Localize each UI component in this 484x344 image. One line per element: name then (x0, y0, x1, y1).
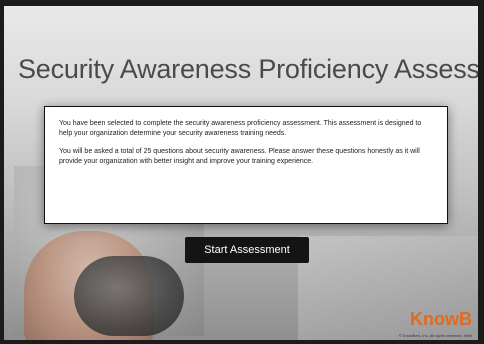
intro-card: You have been selected to complete the s… (44, 106, 448, 224)
intro-paragraph-2: You will be asked a total of 25 question… (59, 148, 420, 165)
copyright-text: © KnowBe4, Inc. All rights reserved. Web (398, 333, 472, 338)
assessment-screen: Security Awareness Proficiency Assessmen… (4, 6, 478, 340)
intro-paragraph-1: You have been selected to complete the s… (59, 120, 422, 137)
page-title: Security Awareness Proficiency Assessmen… (18, 54, 478, 84)
background-mouse (74, 256, 184, 336)
start-assessment-button[interactable]: Start Assessment (185, 237, 309, 263)
brand-logo: KnowB (410, 309, 472, 329)
device-frame: Security Awareness Proficiency Assessmen… (0, 0, 484, 344)
